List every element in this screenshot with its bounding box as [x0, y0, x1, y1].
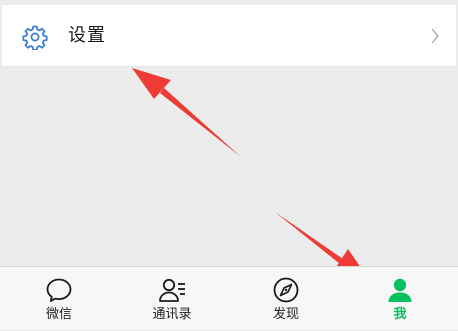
tab-chats[interactable]: 微信: [19, 267, 99, 331]
chevron-right-icon: [431, 28, 440, 44]
tab-contacts[interactable]: 通讯录: [132, 267, 212, 331]
tab-contacts-label: 通讯录: [152, 307, 192, 322]
tab-chats-label: 微信: [45, 307, 72, 322]
settings-row[interactable]: 设置: [2, 5, 456, 67]
person-icon: [388, 278, 412, 302]
tab-discover[interactable]: 发现: [246, 267, 326, 331]
annotation-arrow-to-settings: [132, 68, 241, 157]
bottom-tab-bar: 微信 通讯录 发现 我: [0, 266, 458, 330]
contacts-icon: [159, 278, 185, 302]
compass-icon: [273, 277, 299, 303]
chat-bubble-icon: [46, 278, 72, 302]
tab-me-label: 我: [393, 307, 407, 322]
settings-label: 设置: [68, 25, 106, 46]
tab-discover-label: 发现: [272, 307, 299, 322]
tab-me[interactable]: 我: [360, 267, 440, 331]
gear-icon: [22, 25, 48, 50]
